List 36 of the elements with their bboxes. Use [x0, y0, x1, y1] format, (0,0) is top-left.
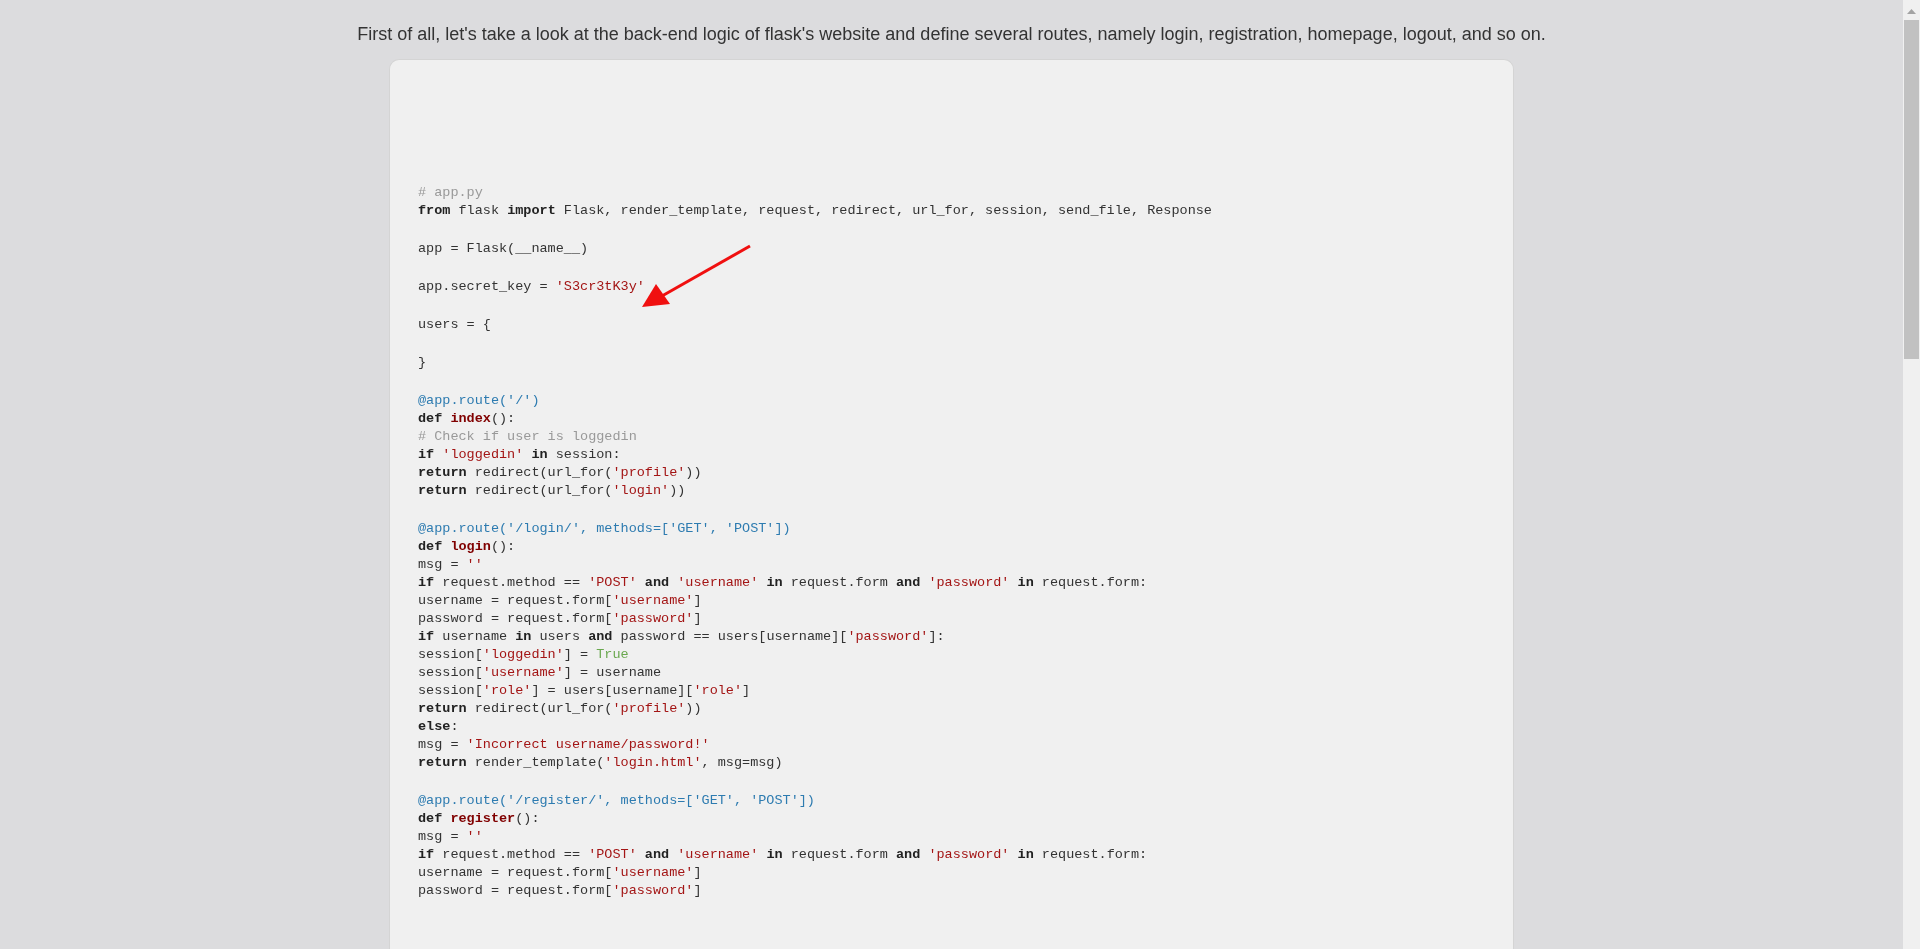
code-line: session['username'] = username [418, 664, 662, 682]
code-line: @app.route('/') [418, 392, 540, 410]
code-line: username = request.form['username'] [418, 864, 702, 882]
code-line: # app.py [418, 184, 483, 202]
code-line: return render_template('login.html', msg=msg) [418, 754, 783, 772]
code-line: if 'loggedin' in session: [418, 446, 621, 464]
code-line: users = { [418, 316, 491, 334]
code-line: return redirect(url_for('login')) [418, 482, 686, 500]
scroll-thumb[interactable] [1904, 20, 1919, 359]
code-line: password = request.form['password'] [418, 610, 702, 628]
code-line: # Check if user is loggedin [418, 428, 637, 446]
code-line: @app.route('/register/', methods=['GET', 'POST']) [418, 792, 815, 810]
code-line: session['role'] = users[username]['role'] [418, 682, 751, 700]
scrollbar[interactable] [1903, 0, 1920, 949]
code-line: msg = 'Incorrect username/password!' [418, 736, 710, 754]
code-line: if request.method == 'POST' and 'username' in request.form and 'password' in request.form: [418, 574, 1148, 592]
code-line: @app.route('/login/', methods=['GET', 'POST']) [418, 520, 791, 538]
code-line: msg = '' [418, 828, 483, 846]
code-line: def index(): [418, 410, 516, 428]
code-line: def login(): [418, 538, 516, 556]
intro-paragraph: First of all, let's take a look at the back-end logic of flask's website and define several routes, namely login, registration, homepage, logout, and so on. [357, 24, 1546, 45]
code-line: if username in users and password == users[username]['password']: [418, 628, 945, 646]
code-line: return redirect(url_for('profile')) [418, 700, 702, 718]
scroll-up-icon[interactable] [1907, 9, 1916, 14]
code-line: username = request.form['username'] [418, 592, 702, 610]
code-line: password = request.form['password'] [418, 882, 702, 900]
code-line: from flask import Flask, render_template, request, redirect, url_for, session, send_file, Response [418, 202, 1212, 220]
code-line: } [418, 354, 427, 372]
code-line: if request.method == 'POST' and 'username' in request.form and 'password' in request.form: [418, 846, 1148, 864]
code-line: else: [418, 718, 459, 736]
code-line: app = Flask(__name__) [418, 240, 589, 258]
code-line: def register(): [418, 810, 540, 828]
code-line: msg = '' [418, 556, 483, 574]
code-line: return redirect(url_for('profile')) [418, 464, 702, 482]
code-line: session['loggedin'] = True [418, 646, 629, 664]
code-line: app.secret_key = 'S3cr3tK3y' [418, 278, 645, 296]
